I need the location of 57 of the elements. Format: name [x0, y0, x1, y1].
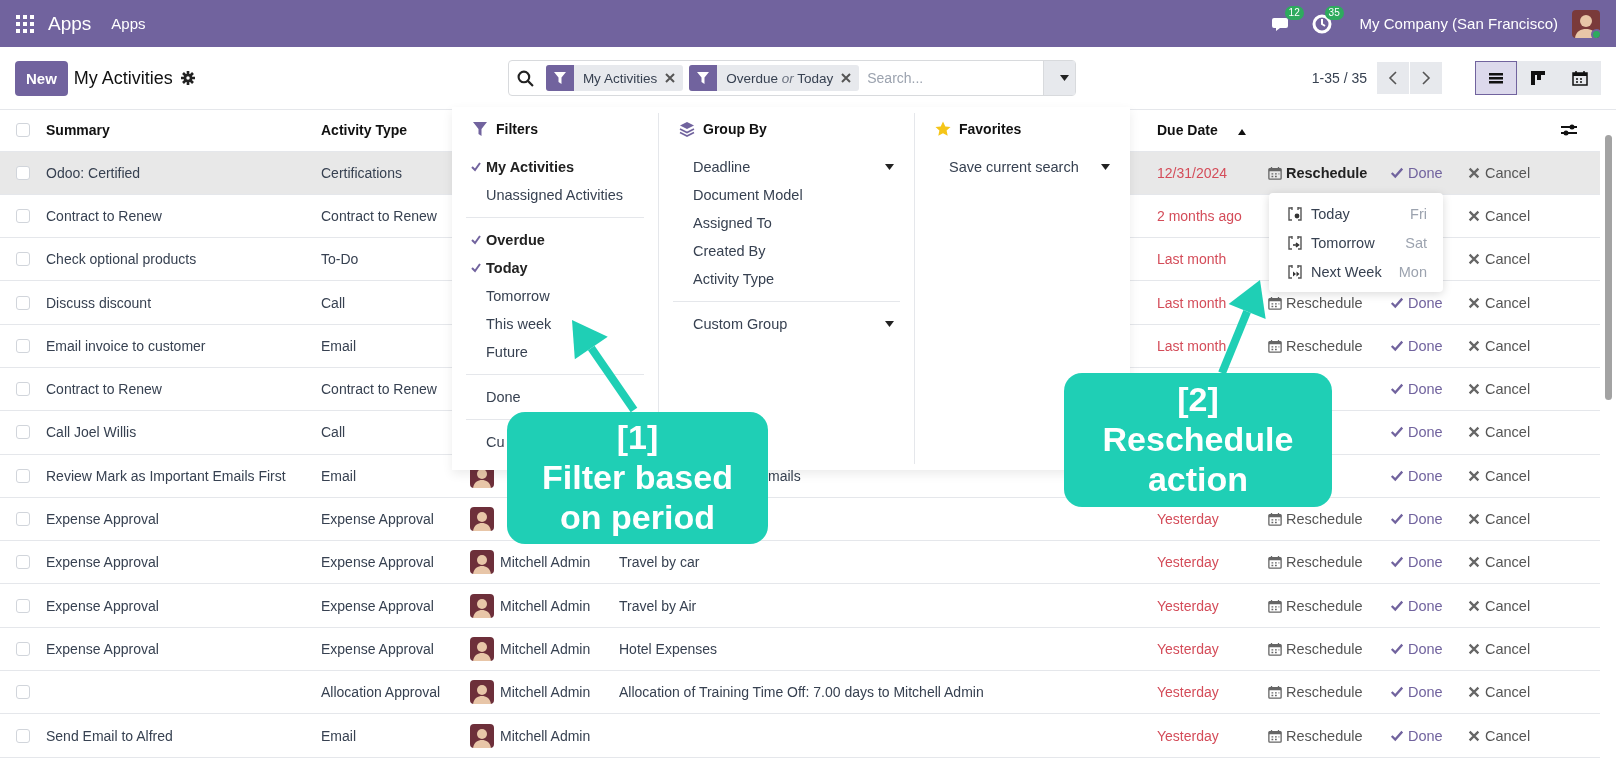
- table-cell: Expense Approval: [46, 511, 159, 527]
- due-date: Yesterday: [1157, 727, 1219, 744]
- app-name: Apps: [48, 12, 92, 35]
- table-cell: Mitchell Admin: [500, 554, 591, 571]
- section-title: Group By: [703, 121, 767, 137]
- table-cell: Review Mark as Important Emails First: [46, 467, 286, 484]
- table-cell: Contract to Renew: [46, 381, 162, 398]
- table-cell: Call Joel Willis: [46, 424, 137, 441]
- table-cell: Contract to Renew: [321, 207, 437, 224]
- table-cell: Travel by car: [619, 554, 700, 571]
- table-cell: Expense Approval: [321, 640, 434, 657]
- table-cell: Expense Approval: [46, 554, 159, 571]
- table-cell: Travel by Air: [619, 597, 697, 614]
- due-date: Last month: [1157, 337, 1227, 354]
- table-cell: Email: [321, 727, 356, 744]
- table-cell: Mitchell Admin: [500, 640, 591, 657]
- table-cell: Expense Approval: [321, 554, 434, 571]
- table-cell: mails: [768, 467, 801, 484]
- table-cell: Discuss discount: [46, 294, 152, 311]
- due-date: 12/31/2024: [1157, 164, 1228, 181]
- due-date: Last month: [1157, 294, 1227, 311]
- count-badge: 12: [1284, 5, 1304, 20]
- table-cell: Expense Approval: [46, 597, 159, 614]
- table-cell: Expense Approval: [321, 511, 434, 527]
- due-date: Yesterday: [1157, 597, 1219, 614]
- table-cell: Call: [321, 294, 346, 311]
- due-date: Yesterday: [1157, 511, 1219, 527]
- table-cell: Mitchell Admin: [500, 727, 591, 744]
- table-cell: Email: [321, 467, 356, 484]
- count-badge: 35: [1324, 5, 1344, 20]
- section-title: Filters: [496, 121, 538, 137]
- table-cell: Mitchell Admin: [500, 597, 591, 614]
- table-cell: Send Email to Alfred: [46, 727, 173, 744]
- table-cell: Email: [321, 337, 356, 354]
- due-date: Yesterday: [1157, 554, 1219, 571]
- table-cell: To-Do: [321, 251, 359, 268]
- due-date: Last month: [1157, 251, 1227, 268]
- table-cell: Odoo: Certified: [46, 164, 141, 181]
- due-date: Yesterday: [1157, 684, 1219, 701]
- pager-value: 1-35 / 35: [1311, 70, 1367, 86]
- table-cell: Mitchell Admin: [500, 684, 591, 701]
- section-title: Favorites: [959, 121, 1022, 137]
- table-cell: Email invoice to customer: [46, 337, 206, 354]
- table-cell: Contract to Renew: [46, 207, 162, 224]
- table-cell: Expense Approval: [321, 597, 434, 614]
- page-title: My Activities: [73, 67, 173, 89]
- due-date: 2 months ago: [1157, 207, 1242, 224]
- table-cell: Certifications: [321, 164, 402, 181]
- due-date: Yesterday: [1157, 640, 1219, 657]
- table-cell: Check optional products: [46, 251, 197, 268]
- table-cell: Call: [321, 424, 346, 441]
- table-cell: Hotel Expenses: [619, 640, 718, 657]
- table-cell: Allocation Approval: [321, 684, 441, 701]
- table-cell: Contract to Renew: [321, 381, 437, 398]
- table-cell: Expense Approval: [46, 640, 159, 657]
- callout-number: [2]: [1177, 380, 1219, 421]
- table-cell: Allocation of Training Time Off: 7.00 days to Mitchell Admin: [619, 684, 984, 701]
